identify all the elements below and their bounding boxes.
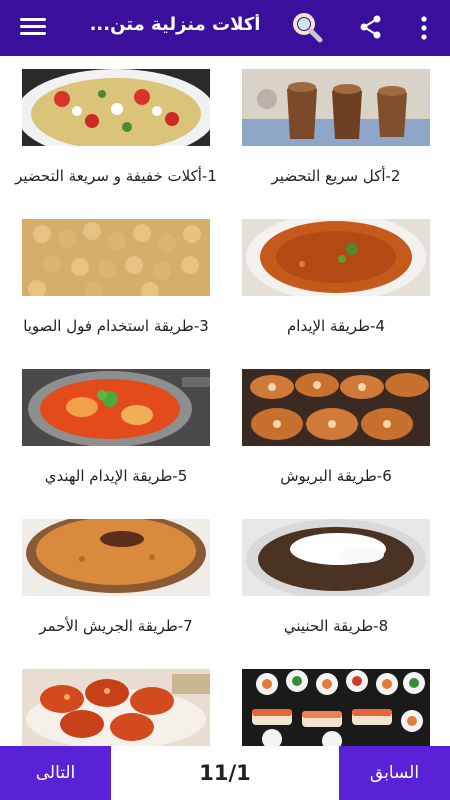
recipe-card[interactable]: [5, 656, 230, 746]
recipe-card[interactable]: 1-أكلات خفيفة و سريعة التحضير: [5, 56, 230, 206]
recipe-card[interactable]: 2-أكل سريع التحضير: [225, 56, 450, 206]
recipe-card[interactable]: [225, 656, 450, 746]
recipe-card[interactable]: 6-طريقة البريوش: [225, 356, 450, 506]
pagination-bar: التالى 11/1 السابق: [0, 746, 450, 800]
app-toolbar: أكلات منزلية متن...: [0, 0, 450, 56]
fried-chicken-image: [22, 669, 210, 746]
recipe-card[interactable]: 8-طريقة الحنيني: [225, 506, 450, 656]
recipe-title: 6-طريقة البريوش: [280, 467, 392, 485]
sushi-image: [242, 669, 430, 746]
previous-button[interactable]: السابق: [339, 746, 450, 800]
recipe-title: 1-أكلات خفيفة و سريعة التحضير: [15, 167, 217, 185]
pasta-salad-image: [22, 69, 210, 146]
menu-icon[interactable]: [20, 14, 46, 40]
hunaini-image: [242, 519, 430, 596]
recipe-grid: 2-أكل سريع التحضير 1-أكلات خفيفة و سريعة…: [0, 56, 450, 746]
brioche-image: [242, 369, 430, 446]
soybeans-image: [22, 219, 210, 296]
recipe-title: 7-طريقة الجريش الأحمر: [39, 617, 193, 635]
recipe-title: 4-طريقة الإيدام: [287, 317, 385, 335]
stew-image: [242, 219, 430, 296]
next-button[interactable]: التالى: [0, 746, 111, 800]
more-vert-icon[interactable]: [414, 14, 434, 42]
chocolate-mousse-image: [242, 69, 430, 146]
share-icon[interactable]: [357, 13, 385, 41]
page-indicator: 11/1: [199, 761, 251, 785]
recipe-title: 5-طريقة الإيدام الهندي: [44, 467, 188, 485]
recipe-title: 8-طريقة الحنيني: [283, 617, 389, 635]
red-jareesh-image: [22, 519, 210, 596]
search-icon[interactable]: [290, 10, 324, 44]
recipe-card[interactable]: 3-طريقة استخدام فول الصويا: [5, 206, 230, 356]
recipe-card[interactable]: 4-طريقة الإيدام: [225, 206, 450, 356]
recipe-card[interactable]: 5-طريقة الإيدام الهندي: [5, 356, 230, 506]
recipe-title: 3-طريقة استخدام فول الصويا: [23, 317, 209, 335]
recipe-title: 2-أكل سريع التحضير: [271, 167, 401, 185]
recipe-card[interactable]: 7-طريقة الجريش الأحمر: [5, 506, 230, 656]
page-title: أكلات منزلية متن...: [89, 14, 261, 35]
indian-curry-image: [22, 369, 210, 446]
